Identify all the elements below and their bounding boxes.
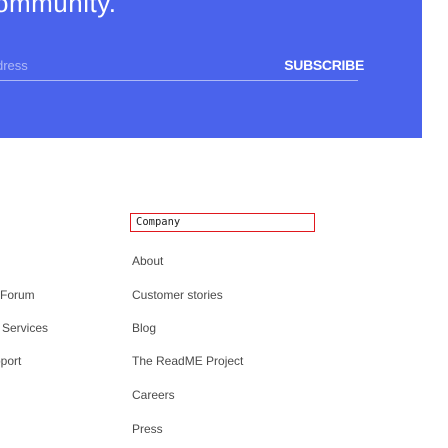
subscribe-button[interactable]: SUBSCRIBE bbox=[274, 52, 364, 78]
footer-link-readme-project[interactable]: The ReadME Project bbox=[132, 354, 243, 368]
email-input-underline bbox=[0, 80, 358, 81]
banner-heading: ommunity. bbox=[0, 0, 117, 18]
footer-link-support[interactable]: pport bbox=[0, 354, 21, 368]
footer-link-careers[interactable]: Careers bbox=[132, 388, 175, 402]
email-address-input[interactable] bbox=[0, 54, 266, 76]
footer-link-blog[interactable]: Blog bbox=[132, 321, 156, 335]
footer-link-press[interactable]: Press bbox=[132, 422, 163, 436]
footer-link-customer-stories[interactable]: Customer stories bbox=[132, 288, 223, 302]
company-heading: Company bbox=[130, 213, 315, 232]
footer-link-about[interactable]: About bbox=[132, 254, 163, 268]
footer-link-forum[interactable]: Forum bbox=[0, 288, 35, 302]
newsletter-banner: ommunity. SUBSCRIBE bbox=[0, 0, 422, 138]
footer-link-services[interactable]: Services bbox=[2, 321, 48, 335]
page: ommunity. SUBSCRIBE Forum Services pport… bbox=[0, 0, 448, 448]
